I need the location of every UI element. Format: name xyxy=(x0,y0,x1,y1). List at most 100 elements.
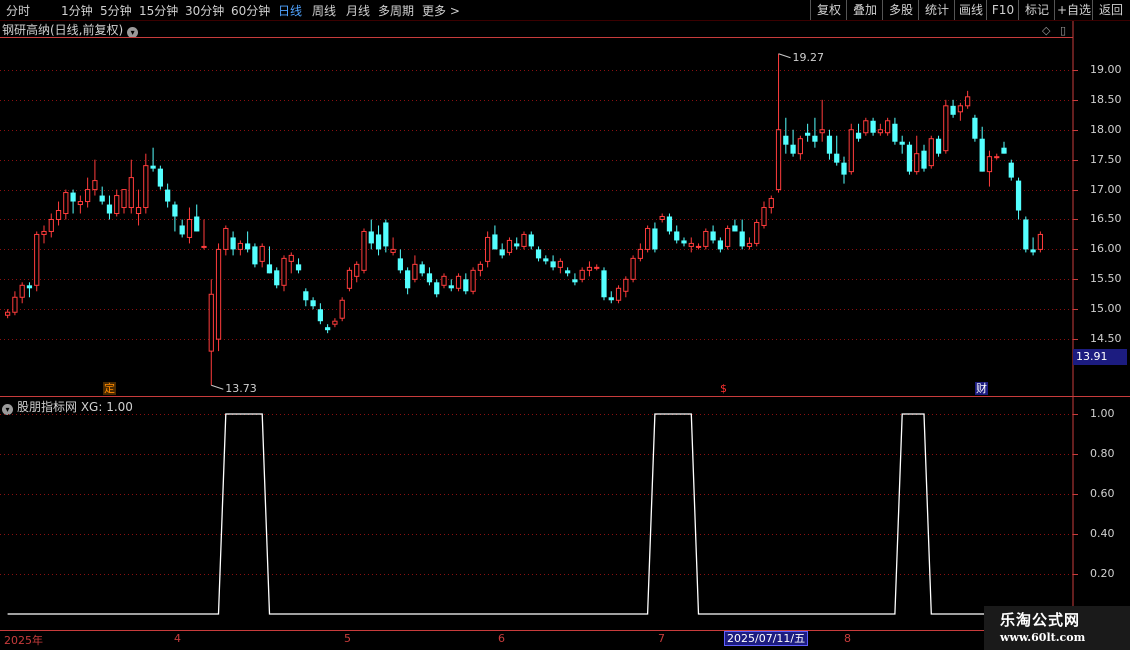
candle-body xyxy=(543,258,549,262)
candle-body xyxy=(5,311,11,316)
candle xyxy=(906,141,913,175)
candle xyxy=(397,249,403,274)
indicator-tick-label: 0.40 xyxy=(1090,526,1115,540)
candle-body xyxy=(26,285,33,289)
candle xyxy=(514,237,520,250)
candle-body xyxy=(615,287,622,301)
candle-body xyxy=(557,260,563,268)
watermark-title: 乐淘公式网 xyxy=(1000,611,1081,629)
candle xyxy=(754,219,760,247)
candle xyxy=(463,273,469,295)
xg-indicator-series xyxy=(7,413,1041,615)
candle-body xyxy=(863,120,869,134)
event-marker-dividend[interactable]: $ xyxy=(719,382,728,395)
x-label-2025: 2025年 xyxy=(4,634,43,647)
candle-body xyxy=(994,156,1000,159)
x-label-jun: 6 xyxy=(498,632,505,645)
indicator-tick-label: 0.80 xyxy=(1090,446,1115,460)
indicator-tick-label: 0.20 xyxy=(1090,566,1115,580)
candle xyxy=(266,246,273,274)
candle xyxy=(12,291,18,316)
candle-body xyxy=(565,270,571,274)
candle xyxy=(1001,141,1007,154)
candle-body xyxy=(405,270,411,289)
candle-body xyxy=(775,129,782,191)
event-marker-ding[interactable]: 定 xyxy=(103,382,116,395)
candle-body xyxy=(965,96,971,107)
candle-body xyxy=(34,233,40,286)
candle-body xyxy=(121,189,127,209)
candle xyxy=(826,129,833,160)
candle-body xyxy=(41,230,47,235)
candle xyxy=(470,267,476,295)
candle xyxy=(994,153,1000,160)
candle xyxy=(674,225,680,244)
candle xyxy=(223,225,229,256)
candle-body xyxy=(957,105,963,113)
candle-body xyxy=(441,275,447,286)
candle xyxy=(201,219,207,250)
candle-body xyxy=(375,234,382,250)
candle xyxy=(928,135,934,169)
candle-body xyxy=(681,240,687,244)
candle xyxy=(601,267,607,301)
price-tick-label: 17.00 xyxy=(1090,182,1122,196)
candle xyxy=(935,135,942,157)
candle xyxy=(477,261,483,277)
candle xyxy=(703,228,709,250)
candle xyxy=(34,231,40,292)
candle xyxy=(303,288,309,307)
candle xyxy=(855,123,862,142)
candle xyxy=(1023,216,1029,253)
candle xyxy=(128,159,134,214)
price-chart[interactable] xyxy=(0,0,1130,650)
candle xyxy=(375,225,382,256)
candle xyxy=(106,195,113,220)
candle xyxy=(230,231,236,256)
candle-body xyxy=(252,246,258,265)
candle xyxy=(157,165,163,190)
candle-body xyxy=(848,129,854,173)
xg-line xyxy=(7,413,1041,615)
candle-body xyxy=(470,269,476,292)
candle-body xyxy=(499,249,505,256)
candle xyxy=(535,246,542,262)
candle xyxy=(885,117,891,136)
candle xyxy=(717,237,723,253)
event-marker-finance[interactable]: 财 xyxy=(975,382,988,395)
candle xyxy=(85,177,91,208)
candle xyxy=(659,213,665,223)
candle xyxy=(761,201,767,229)
candle xyxy=(332,318,338,328)
candle-body xyxy=(92,180,98,191)
candle-body xyxy=(317,309,323,322)
candle-body xyxy=(346,269,353,289)
candle xyxy=(615,285,622,304)
candle xyxy=(274,267,280,289)
candle-body xyxy=(608,297,614,301)
candle xyxy=(412,255,418,283)
candle-body xyxy=(1015,180,1022,211)
candle-body xyxy=(928,138,934,167)
candle xyxy=(848,123,854,175)
candle-body xyxy=(485,236,491,262)
candle-body xyxy=(55,210,62,220)
candle xyxy=(26,282,33,298)
candle xyxy=(819,99,825,142)
candle xyxy=(688,237,694,253)
candle xyxy=(434,279,440,298)
candle-body xyxy=(1030,249,1036,253)
candle xyxy=(630,255,636,283)
price-tick-label: 15.50 xyxy=(1090,271,1122,285)
candle-body xyxy=(165,189,171,202)
candle xyxy=(448,279,454,292)
candle-body xyxy=(310,300,316,307)
candle xyxy=(419,261,425,277)
candle xyxy=(695,243,702,250)
candle xyxy=(441,273,447,289)
candle xyxy=(121,189,127,214)
candle-body xyxy=(114,195,120,215)
candle xyxy=(805,123,811,142)
price-tick-label: 16.50 xyxy=(1090,211,1122,225)
candle xyxy=(143,153,149,214)
